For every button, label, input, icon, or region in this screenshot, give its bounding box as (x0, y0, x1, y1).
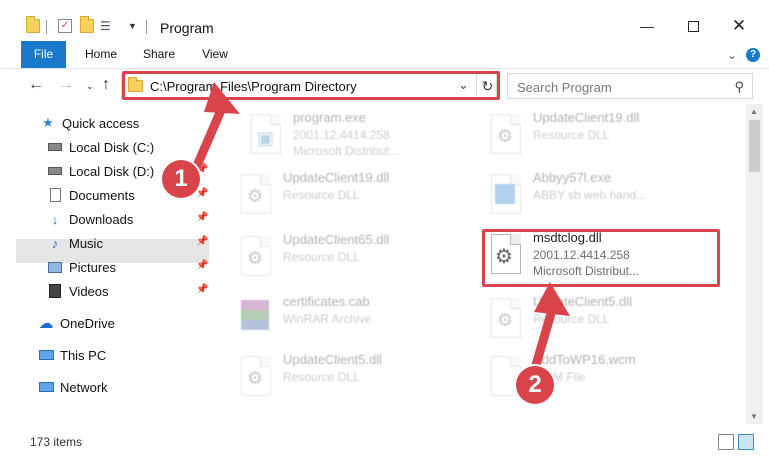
sidebar-item-documents[interactable]: Documents (47, 183, 135, 207)
sidebar-item-downloads[interactable]: ↓ Downloads (47, 207, 134, 231)
search-placeholder: Search Program (517, 80, 612, 95)
expand-ribbon-icon[interactable]: ⌄ (727, 48, 737, 62)
callout-1: 1 (162, 160, 200, 198)
file-item[interactable]: ⚙ UpdateClient65.dll Resource DLL (215, 230, 445, 286)
tab-share[interactable]: Share (138, 41, 180, 68)
sidebar-item-label: Pictures (69, 259, 116, 275)
dll-icon: ⚙ (233, 172, 273, 218)
forward-icon[interactable]: → (58, 76, 74, 94)
tab-file[interactable]: File (21, 41, 66, 68)
file-item[interactable]: AddToWP16.wcm WCM File (465, 350, 695, 406)
sidebar-item-label: OneDrive (60, 315, 115, 331)
navigation-pane: ★ Quick access Local Disk (C:) Local Dis… (0, 104, 210, 424)
folder-icon (26, 16, 40, 33)
file-item[interactable]: ⚙ UpdateClient5.dll Resource DLL (215, 350, 445, 406)
sidebar-item-local-disk-c[interactable]: Local Disk (C:) (47, 135, 154, 159)
sidebar-item-label: Documents (69, 187, 135, 203)
music-icon: ♪ (51, 235, 59, 251)
maximize-icon[interactable] (670, 13, 716, 39)
item-count: 173 items (30, 435, 83, 449)
properties-icon[interactable]: ✓ (58, 19, 72, 33)
address-highlight (122, 71, 500, 100)
sidebar-item-onedrive[interactable]: ☁ OneDrive (38, 311, 115, 335)
back-icon[interactable]: ← (28, 76, 44, 94)
file-highlight (482, 229, 720, 287)
sidebar-item-label: This PC (60, 347, 107, 363)
sidebar-item-label: Local Disk (C:) (69, 139, 155, 155)
separator (46, 20, 47, 34)
sidebar-item-music[interactable]: ♪ Music (47, 231, 103, 255)
sidebar-item-this-pc[interactable]: This PC (38, 343, 106, 367)
pin-icon[interactable]: 📌 (196, 236, 208, 247)
status-bar: 173 items (0, 430, 769, 454)
pin-icon[interactable]: 📌 (196, 260, 208, 271)
drive-icon (47, 139, 63, 155)
vertical-scrollbar[interactable]: ▲ ▼ (746, 104, 763, 424)
file-item[interactable]: ⚙ UpdateClient19.dll Resource DLL (465, 108, 695, 164)
pin-icon[interactable]: 📌 (196, 188, 208, 199)
sidebar-item-label: Music (69, 235, 103, 251)
sidebar-item-label: Network (60, 379, 108, 395)
dll-icon: ⚙ (233, 234, 273, 280)
exe-icon: ▣ (243, 112, 283, 158)
qa-dropdown-icon[interactable]: ▼ (128, 19, 142, 33)
pictures-icon (47, 259, 63, 275)
dll-icon: ⚙ (483, 296, 523, 342)
up-icon[interactable]: ↑ (102, 76, 110, 94)
tab-home[interactable]: Home (80, 41, 122, 68)
file-item[interactable]: Abbyy57l.exe ABBY sb web hand... (465, 168, 695, 224)
computer-icon (38, 347, 54, 363)
sidebar-item-network[interactable]: Network (38, 375, 108, 399)
scroll-thumb[interactable] (749, 120, 760, 172)
new-folder-icon[interactable] (80, 16, 94, 33)
network-icon (38, 379, 54, 395)
dll-icon: ⚙ (233, 354, 273, 400)
dll-icon: ⚙ (483, 112, 523, 158)
sidebar-item-videos[interactable]: Videos (47, 279, 109, 303)
close-icon[interactable]: ✕ (716, 13, 762, 39)
minimize-icon[interactable]: — (624, 13, 670, 39)
sidebar-item-label: Quick access (62, 115, 140, 131)
file-item[interactable]: ⚙ UpdateClient19.dll Resource DLL (215, 168, 445, 224)
tab-view[interactable]: View (196, 41, 234, 68)
window-title: Program (160, 20, 214, 36)
callout-2: 2 (516, 366, 554, 404)
sidebar-item-label: Local Disk (D:) (69, 163, 155, 179)
scroll-down-icon[interactable]: ▼ (750, 412, 758, 421)
search-icon[interactable]: ⚲ (734, 79, 744, 95)
large-icons-view-icon[interactable] (738, 434, 754, 450)
download-icon: ↓ (51, 211, 59, 227)
file-item[interactable]: certificates.cab WinRAR Archive (215, 292, 445, 348)
search-input[interactable]: Search Program ⚲ (507, 73, 753, 99)
separator (146, 20, 147, 34)
archive-icon (233, 296, 273, 342)
documents-icon (47, 187, 63, 203)
help-icon[interactable]: ? (746, 48, 760, 62)
file-item[interactable]: ⚙ UpdateClient5.dll Resource DLL (465, 292, 695, 348)
sidebar-item-label: Videos (69, 283, 109, 299)
exe-icon (483, 172, 523, 218)
sidebar-item-quick-access[interactable]: ★ Quick access (40, 111, 139, 135)
sidebar-item-local-disk-d[interactable]: Local Disk (D:) (47, 159, 154, 183)
details-view-icon[interactable] (718, 434, 734, 450)
sidebar-item-pictures[interactable]: Pictures (47, 255, 116, 279)
scroll-up-icon[interactable]: ▲ (750, 107, 758, 116)
videos-icon (47, 283, 63, 299)
cloud-icon: ☁ (38, 315, 54, 332)
star-icon: ★ (42, 115, 54, 130)
pin-icon[interactable]: 📌 (196, 284, 208, 295)
drive-icon (47, 163, 63, 179)
pin-icon[interactable]: 📌 (196, 212, 208, 223)
customize-qa-icon[interactable]: ☰ (100, 19, 114, 33)
ribbon: File Home Share View ⌄ ? (0, 41, 769, 69)
title-bar: ✓ ☰ ▼ Program — ✕ (0, 0, 769, 40)
recent-locations-icon[interactable]: ⌄ (86, 81, 94, 92)
sidebar-item-label: Downloads (69, 211, 134, 227)
file-item[interactable]: ▣ program.exe 2001.12.4414.258 Microsoft… (225, 108, 455, 164)
